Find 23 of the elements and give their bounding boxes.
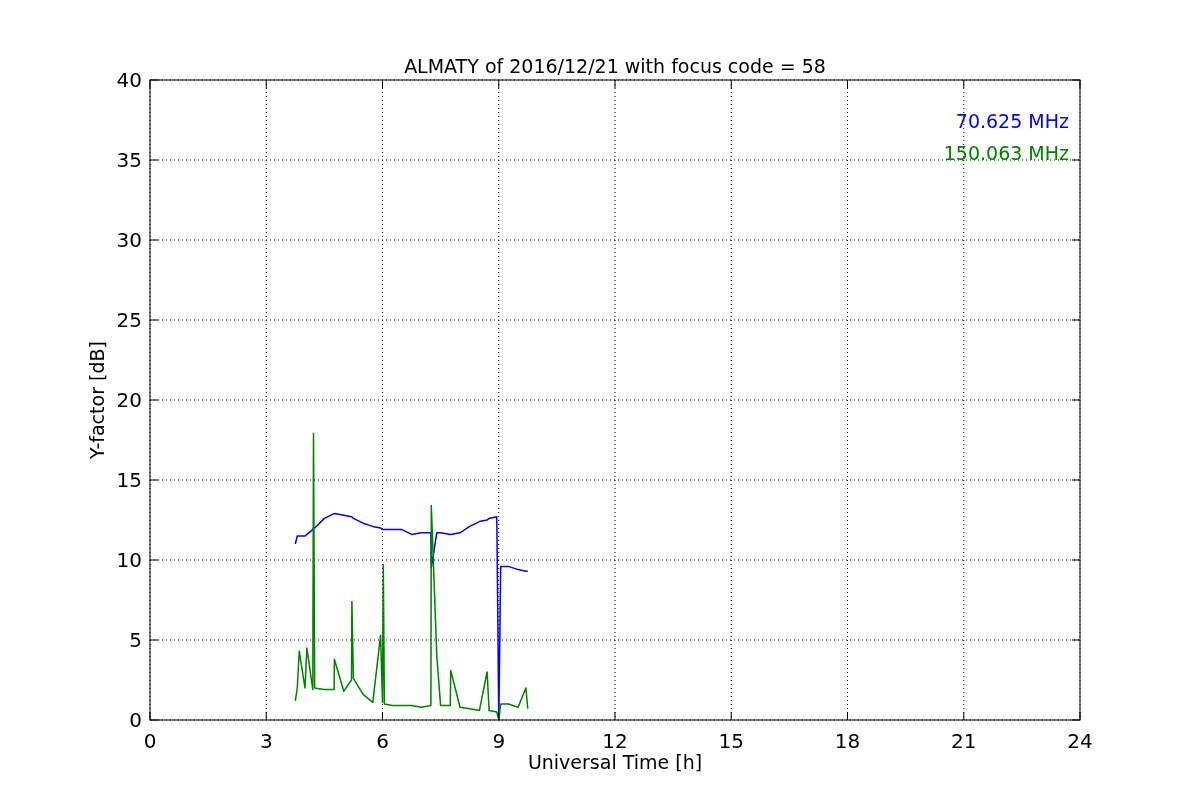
tick-label: 21: [951, 729, 977, 753]
tick-label: 5: [129, 628, 142, 652]
tick-label: 30: [116, 228, 142, 252]
legend-label: 70.625 MHz: [955, 110, 1069, 132]
tick-label: 35: [116, 148, 142, 172]
tick-label: 25: [116, 308, 142, 332]
tick-label: 40: [116, 68, 142, 92]
tick-label: 3: [259, 729, 273, 753]
tick-label: 0: [143, 729, 157, 753]
y-axis-label: Y-factor [dB]: [86, 341, 108, 459]
tick-label: 10: [116, 548, 142, 572]
tick-label: 9: [492, 729, 506, 753]
tick-label: 24: [1067, 729, 1093, 753]
legend-label: 150.063 MHz: [943, 142, 1069, 164]
tick-label: 0: [129, 708, 142, 732]
tick-label: 18: [834, 729, 861, 753]
tick-label: 15: [718, 729, 744, 753]
x-axis-label: Universal Time [h]: [527, 751, 703, 773]
tick-label: 15: [116, 468, 142, 492]
tick-label: 6: [376, 729, 389, 753]
tick-label: 20: [116, 388, 142, 412]
tick-label: 12: [602, 729, 628, 753]
chart-title: ALMATY of 2016/12/21 with focus code = 58: [404, 55, 826, 77]
